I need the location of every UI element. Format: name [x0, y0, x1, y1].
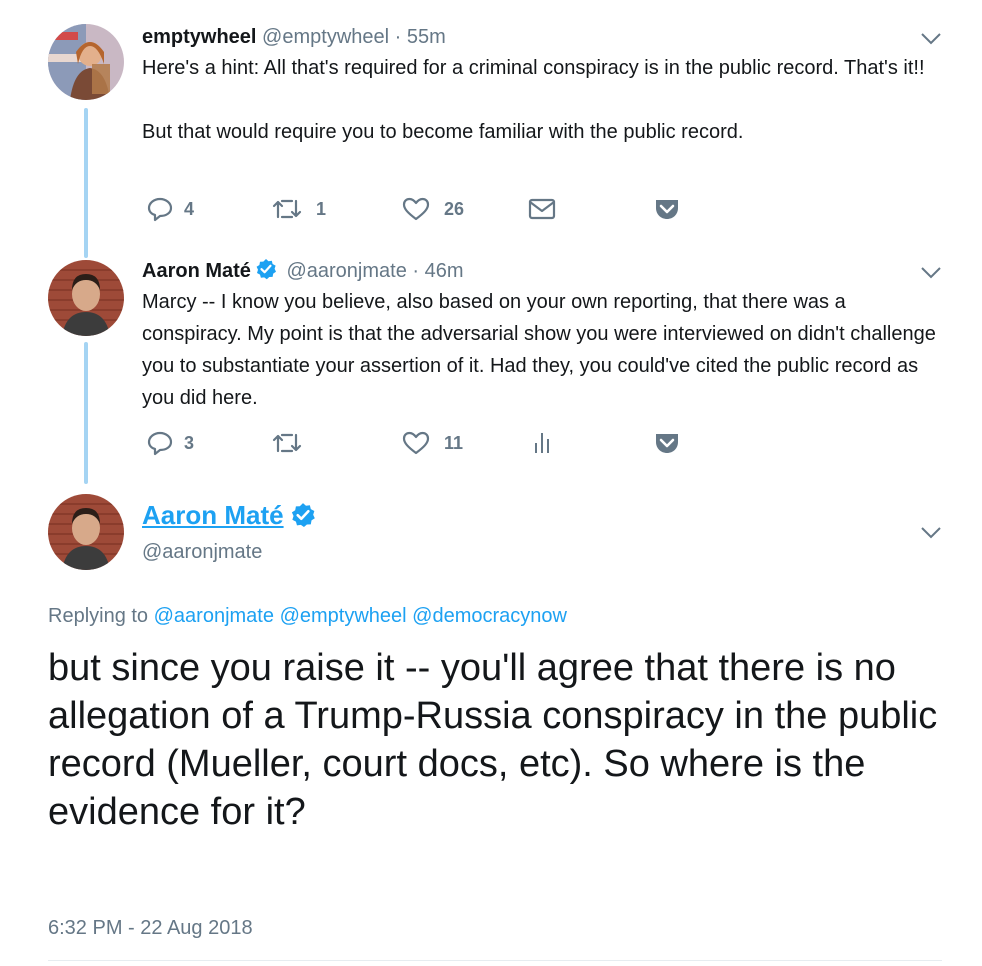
- tweet-paragraph: Here's a hint: All that's required for a…: [142, 57, 925, 79]
- avatar-emptywheel[interactable]: [48, 24, 124, 100]
- thread-line-top: [84, 108, 88, 258]
- tweet-time[interactable]: 55m: [407, 26, 446, 48]
- reply-button[interactable]: 4: [146, 196, 272, 222]
- author-handle[interactable]: @emptywheel: [262, 26, 389, 48]
- separator-dot: ·: [412, 260, 420, 282]
- reply-count: 3: [184, 432, 195, 453]
- pocket-icon: [656, 434, 678, 453]
- analytics-button[interactable]: [528, 431, 654, 455]
- main-author-name-text[interactable]: Aaron Maté: [142, 500, 284, 530]
- tweet-header: emptywheel @emptywheel · 55m: [142, 24, 942, 50]
- tweet-time[interactable]: 46m: [425, 260, 464, 282]
- main-author-name[interactable]: Aaron Maté: [142, 498, 316, 532]
- retweet-count: 1: [316, 198, 327, 219]
- main-author-handle[interactable]: @aaronjmate: [142, 538, 262, 566]
- reply-icon: [147, 197, 173, 222]
- like-icon: [402, 431, 430, 455]
- tweet-emptywheel[interactable]: emptywheel @emptywheel · 55m Here's a hi…: [142, 24, 942, 148]
- pocket-icon: [656, 200, 678, 219]
- verified-icon: [291, 503, 315, 528]
- direct-message-icon: [528, 198, 556, 220]
- pocket-button[interactable]: [654, 431, 680, 455]
- tweet-text: Marcy -- I know you believe, also based …: [142, 286, 942, 414]
- like-count: 26: [444, 198, 465, 219]
- chevron-down-icon[interactable]: [920, 32, 942, 46]
- separator-dot: ·: [394, 26, 402, 48]
- avatar-aaronjmate[interactable]: [48, 260, 124, 336]
- mention-link[interactable]: @aaronjmate: [154, 605, 274, 627]
- tweet-paragraph: But that would require you to become fam…: [142, 121, 744, 143]
- verified-icon: [256, 259, 276, 280]
- replying-prefix: Replying to: [48, 605, 149, 627]
- retweet-icon: [272, 199, 302, 219]
- pocket-button[interactable]: [654, 197, 680, 221]
- like-button[interactable]: 11: [402, 430, 528, 456]
- tweet-paragraph: Marcy -- I know you believe, also based …: [142, 291, 936, 409]
- reply-icon: [147, 431, 173, 456]
- reply-count: 4: [184, 198, 195, 219]
- main-tweet-text: but since you raise it -- you'll agree t…: [48, 647, 938, 833]
- tweet-actions: 3 11: [146, 430, 680, 456]
- reply-button[interactable]: 3: [146, 430, 272, 456]
- mention-link[interactable]: @emptywheel: [280, 605, 407, 627]
- author-name[interactable]: emptywheel: [142, 26, 256, 48]
- retweet-button[interactable]: 1: [272, 197, 402, 221]
- thread-line-middle: [84, 342, 88, 484]
- tweet-text: Here's a hint: All that's required for a…: [142, 52, 942, 148]
- tweet-actions: 4 1 26: [146, 196, 680, 222]
- retweet-icon: [272, 433, 302, 453]
- mention-link[interactable]: @democracynow: [412, 605, 567, 627]
- like-icon: [402, 197, 430, 221]
- tweet-aaronjmate-reply[interactable]: Aaron Maté @aaronjmate · 46m Marcy -- I …: [142, 258, 942, 414]
- direct-message-button[interactable]: [528, 197, 654, 221]
- retweet-button[interactable]: [272, 431, 402, 455]
- like-count: 11: [444, 432, 464, 453]
- tweet-timestamp[interactable]: 6:32 PM - 22 Aug 2018: [48, 914, 253, 942]
- analytics-icon: [535, 433, 549, 453]
- author-name[interactable]: Aaron Maté: [142, 260, 251, 282]
- replying-to: Replying to @aaronjmate @emptywheel @dem…: [48, 602, 567, 630]
- like-button[interactable]: 26: [402, 196, 528, 222]
- avatar-aaronjmate-main[interactable]: [48, 494, 124, 570]
- chevron-down-icon[interactable]: [920, 266, 942, 280]
- tweet-header: Aaron Maté @aaronjmate · 46m: [142, 258, 942, 284]
- author-handle[interactable]: @aaronjmate: [286, 260, 406, 282]
- divider: [48, 960, 942, 961]
- chevron-down-icon[interactable]: [920, 526, 942, 540]
